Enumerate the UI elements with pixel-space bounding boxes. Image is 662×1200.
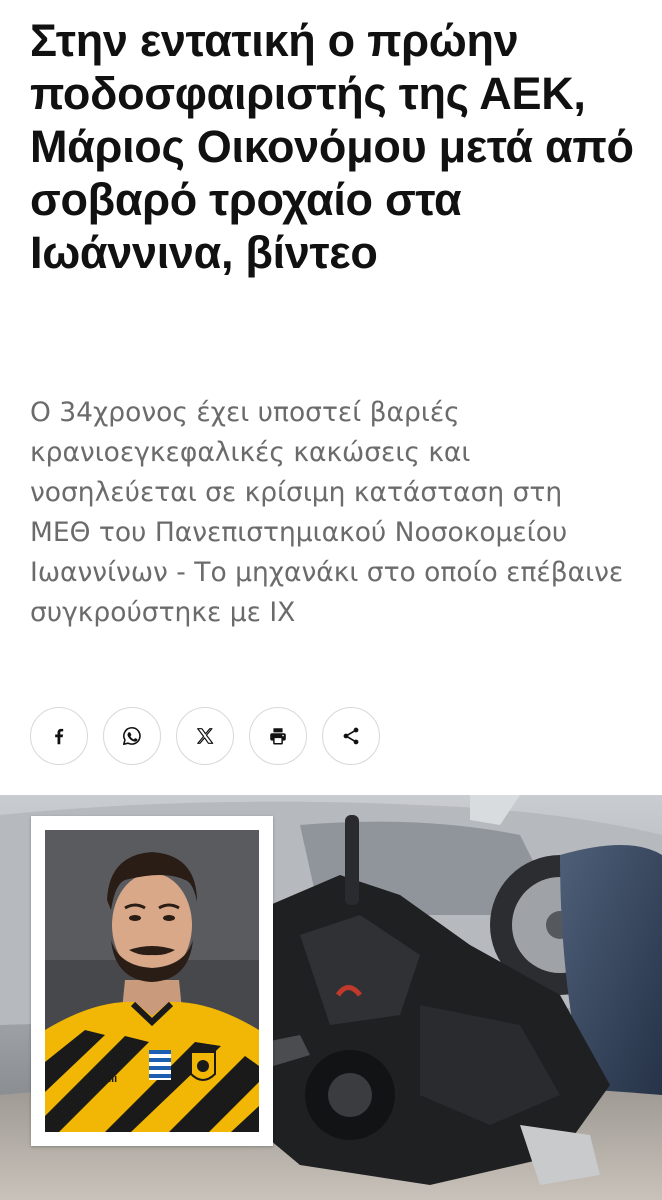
share-icon xyxy=(343,727,359,745)
article-headline: Στην εντατική ο πρώην ποδοσφαιριστής της… xyxy=(30,15,634,278)
player-portrait-inset: capelli xyxy=(31,816,273,1146)
print-icon xyxy=(270,728,286,745)
share-bar xyxy=(30,707,380,765)
article-lead: Ο 34χρονος έχει υποστεί βαριές κρανιοεγκ… xyxy=(30,397,624,628)
facebook-icon xyxy=(55,728,64,745)
share-facebook-button[interactable] xyxy=(30,707,88,765)
share-x-button[interactable] xyxy=(176,707,234,765)
x-icon xyxy=(197,728,214,744)
share-more-button[interactable] xyxy=(322,707,380,765)
player-portrait: capelli xyxy=(45,830,259,1132)
share-print-button[interactable] xyxy=(249,707,307,765)
shirt-sponsor-text: capelli xyxy=(83,1073,117,1085)
share-whatsapp-button[interactable] xyxy=(103,707,161,765)
whatsapp-icon xyxy=(122,726,141,746)
